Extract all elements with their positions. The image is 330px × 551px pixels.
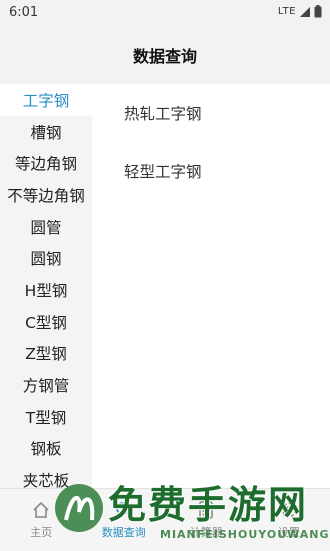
page-title: 数据查询 bbox=[133, 43, 197, 67]
sidebar-item-sandwich-panel[interactable]: 夹芯板 bbox=[0, 464, 92, 488]
tab-data-query-label: 数据查询 bbox=[102, 524, 146, 540]
sidebar-item-round-pipe[interactable]: 圆管 bbox=[0, 211, 92, 243]
search-icon bbox=[114, 500, 134, 520]
calculator-icon bbox=[196, 500, 216, 520]
signal-icon bbox=[299, 6, 311, 18]
sidebar-item-steel-plate[interactable]: 钢板 bbox=[0, 433, 92, 465]
tab-home-label: 主页 bbox=[30, 524, 52, 540]
tab-calculator-label: 计算器 bbox=[190, 524, 223, 540]
sidebar-item-unequal-angle[interactable]: 不等边角钢 bbox=[0, 179, 92, 211]
status-time: 6:01 bbox=[9, 5, 38, 20]
tab-data-query[interactable]: 数据查询 bbox=[83, 489, 166, 551]
sidebar-item-h-beam[interactable]: H型钢 bbox=[0, 274, 92, 306]
list-item-hot-rolled-i-beam[interactable]: 热轧工字钢 bbox=[124, 102, 202, 124]
sidebar-item-equal-angle[interactable]: 等边角钢 bbox=[0, 147, 92, 179]
app-bar: 数据查询 bbox=[0, 26, 330, 84]
battery-icon bbox=[314, 5, 322, 18]
sidebar-item-t-section[interactable]: T型钢 bbox=[0, 401, 92, 433]
sidebar-item-square-tube[interactable]: 方钢管 bbox=[0, 369, 92, 401]
sidebar-item-channel-steel[interactable]: 槽钢 bbox=[0, 116, 92, 148]
network-type: LTE bbox=[278, 6, 296, 17]
sidebar-item-z-section[interactable]: Z型钢 bbox=[0, 338, 92, 370]
tab-calculator[interactable]: 计算器 bbox=[165, 489, 248, 551]
sidebar-item-i-beam[interactable]: 工字钢 bbox=[0, 84, 92, 116]
subcategory-list: 热轧工字钢 轻型工字钢 bbox=[92, 84, 330, 488]
tab-home[interactable]: 主页 bbox=[0, 489, 83, 551]
home-icon bbox=[31, 500, 51, 520]
bottom-nav: 主页 数据查询 计算器 设置 bbox=[0, 488, 330, 551]
settings-icon bbox=[279, 500, 299, 520]
list-item-light-i-beam[interactable]: 轻型工字钢 bbox=[124, 160, 202, 182]
sidebar-item-round-bar[interactable]: 圆钢 bbox=[0, 242, 92, 274]
sidebar-item-c-section[interactable]: C型钢 bbox=[0, 306, 92, 338]
category-sidebar: 工字钢 槽钢 等边角钢 不等边角钢 圆管 圆钢 H型钢 C型钢 Z型钢 方钢管 … bbox=[0, 84, 92, 488]
status-bar: 6:01 LTE bbox=[0, 0, 330, 26]
tab-settings-label: 设置 bbox=[278, 524, 300, 540]
tab-settings[interactable]: 设置 bbox=[248, 489, 330, 551]
status-indicators: LTE bbox=[278, 5, 322, 18]
